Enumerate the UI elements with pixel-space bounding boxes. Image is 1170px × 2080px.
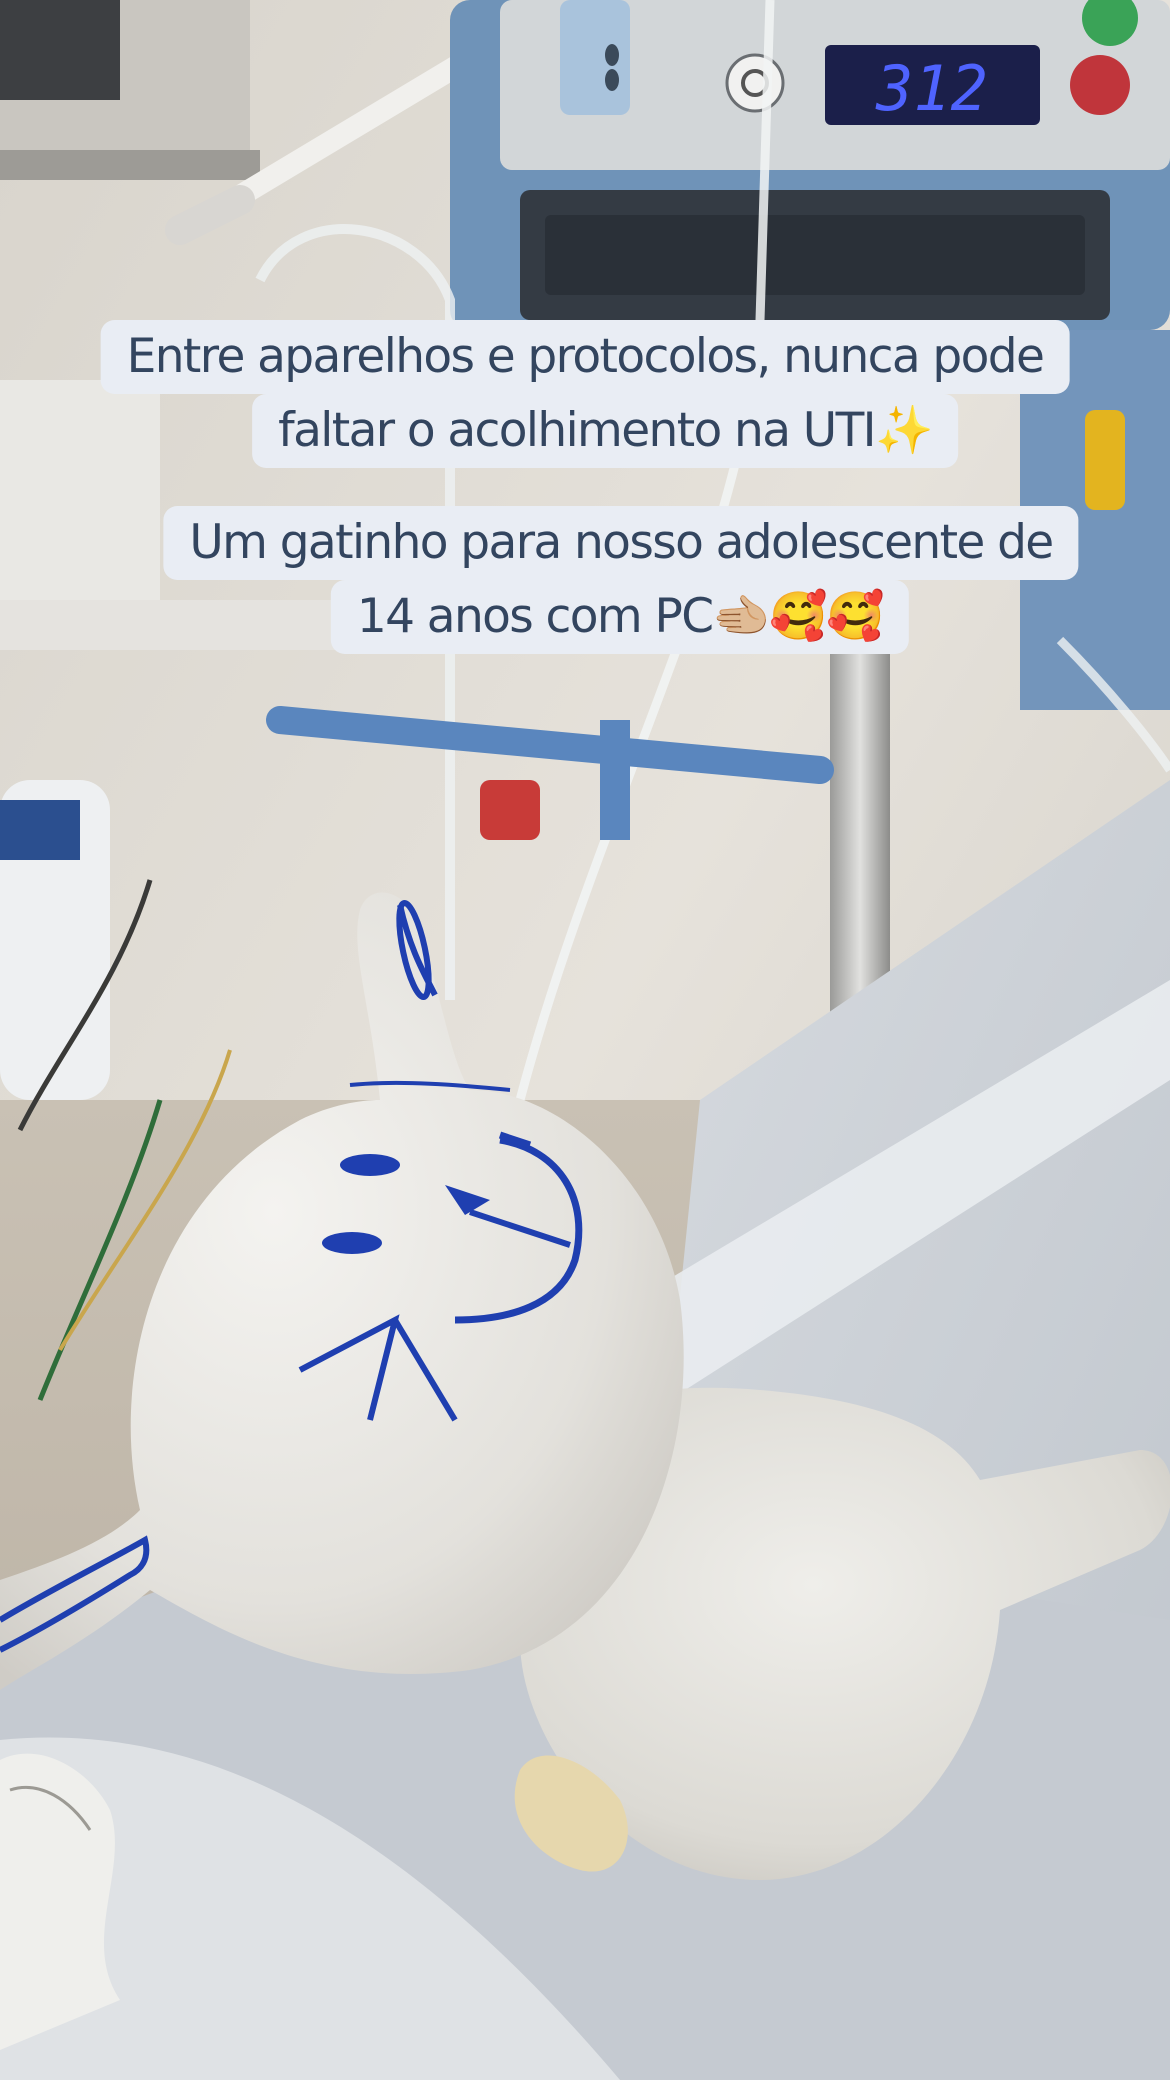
caption-line-3: Um gatinho para nosso adolescente de [163,506,1079,580]
caption-line-1: Entre aparelhos e protocolos, nunca pode [100,320,1070,394]
caption-line-4: 14 anos com PC🫲🏼🥰🥰 [330,580,910,654]
photo-scene: 312 [0,0,1170,2080]
pump-display: 312 [875,52,988,125]
story-photo: 312 [0,0,1170,2080]
caption-line-2: faltar o acolhimento na UTI✨ [252,394,958,468]
